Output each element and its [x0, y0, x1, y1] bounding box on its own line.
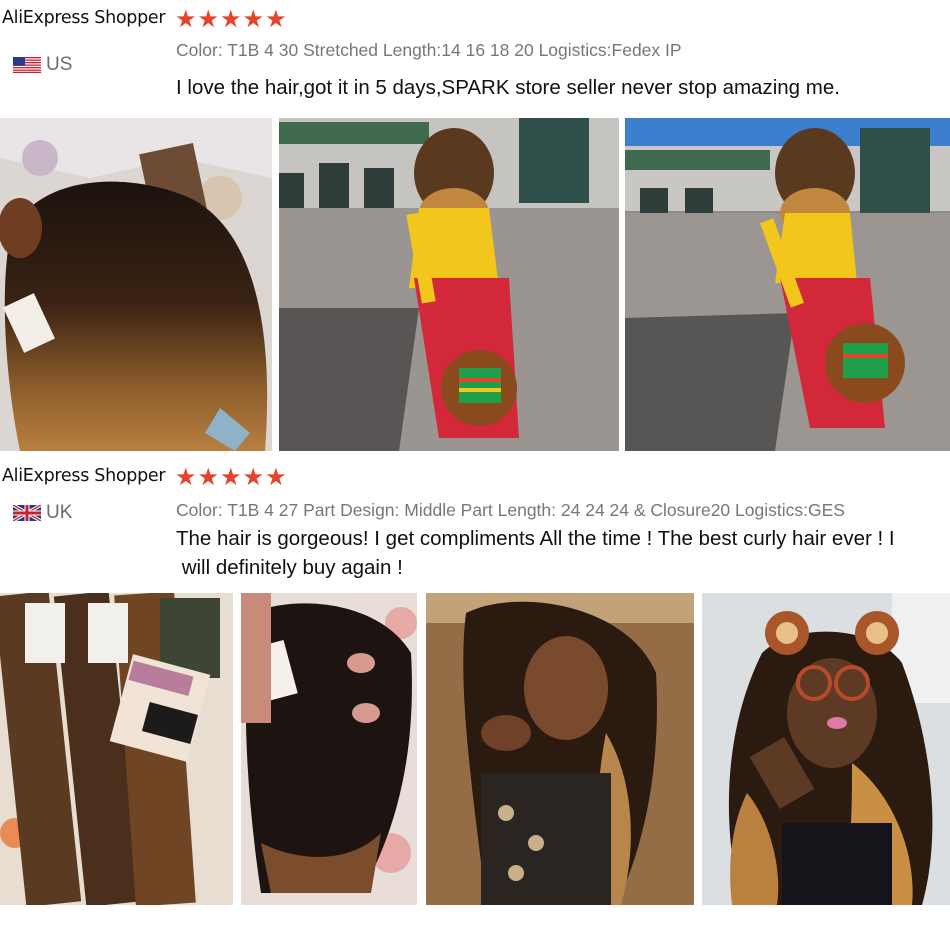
review-photo[interactable]	[0, 118, 272, 451]
review-text: The hair is gorgeous! I get compliments …	[176, 524, 946, 582]
star-icon: ★	[197, 5, 220, 33]
star-icon: ★	[220, 463, 242, 491]
star-icon: ★	[175, 463, 197, 491]
country: US	[13, 54, 72, 76]
reviewer-name: AliExpress Shopper	[2, 8, 166, 28]
country-code: UK	[46, 502, 73, 523]
country: UK	[13, 502, 72, 524]
review-text: I love the hair,got it in 5 days,SPARK s…	[176, 76, 840, 99]
review-text-line: will definitely buy again !	[176, 556, 403, 579]
star-icon: ★	[242, 5, 265, 33]
reviewer-name: AliExpress Shopper	[2, 466, 166, 486]
uk-flag-icon	[13, 505, 41, 521]
review-1: AliExpress Shopper ★ ★ ★ ★ ★ US Color: T…	[0, 0, 950, 115]
country-code: US	[46, 54, 73, 75]
review-photo[interactable]	[0, 593, 233, 905]
review-photo[interactable]	[702, 593, 950, 905]
review-2: AliExpress Shopper ★ ★ ★ ★ ★ UK Color: T…	[0, 460, 950, 585]
review-photo[interactable]	[241, 593, 417, 905]
product-attributes: Color: T1B 4 30 Stretched Length:14 16 1…	[176, 40, 682, 60]
review-photo[interactable]	[426, 593, 694, 905]
review-photo[interactable]	[279, 118, 619, 451]
star-icon: ★	[197, 463, 220, 491]
star-rating: ★ ★ ★ ★ ★	[175, 7, 287, 31]
review-text-line: The hair is gorgeous! I get compliments …	[176, 527, 895, 550]
star-rating: ★ ★ ★ ★ ★	[175, 465, 287, 489]
star-icon: ★	[220, 5, 242, 33]
product-attributes: Color: T1B 4 27 Part Design: Middle Part…	[176, 500, 845, 520]
star-icon: ★	[175, 5, 197, 33]
us-flag-icon	[13, 57, 41, 73]
star-icon: ★	[265, 5, 287, 33]
star-icon: ★	[265, 463, 287, 491]
review-photo[interactable]	[625, 118, 950, 451]
star-icon: ★	[242, 463, 265, 491]
